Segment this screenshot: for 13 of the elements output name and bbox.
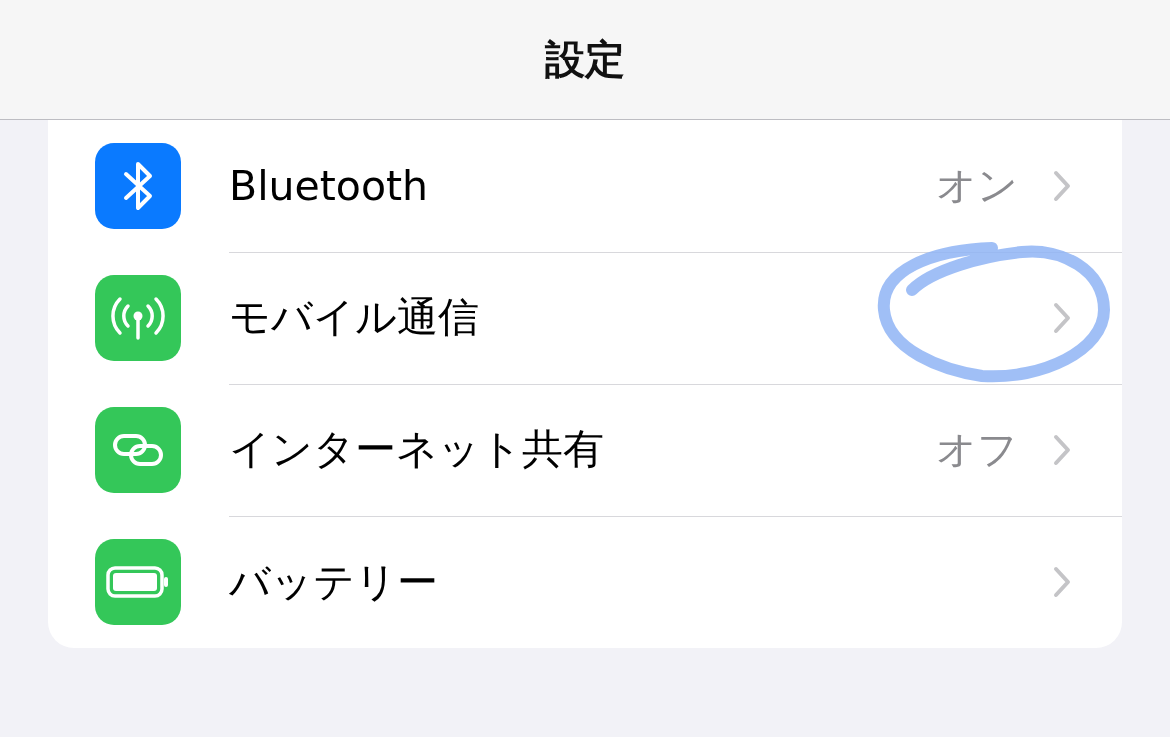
battery-icon xyxy=(105,565,171,599)
chevron-icon xyxy=(1052,300,1072,335)
row-value: オン xyxy=(936,161,1018,210)
row-label[interactable]: インターネット共有 xyxy=(229,422,604,477)
row-label[interactable]: モバイル通信 xyxy=(229,290,479,345)
chevron-icon xyxy=(1052,168,1072,203)
row-value: オフ xyxy=(936,425,1018,474)
nav-title: 設定 xyxy=(545,35,625,84)
row-label[interactable]: バッテリー xyxy=(229,554,438,610)
chevron-icon xyxy=(1052,432,1072,467)
antenna-icon xyxy=(110,294,166,342)
row-label[interactable]: Bluetooth xyxy=(229,161,429,210)
chevron-icon xyxy=(1052,565,1072,599)
